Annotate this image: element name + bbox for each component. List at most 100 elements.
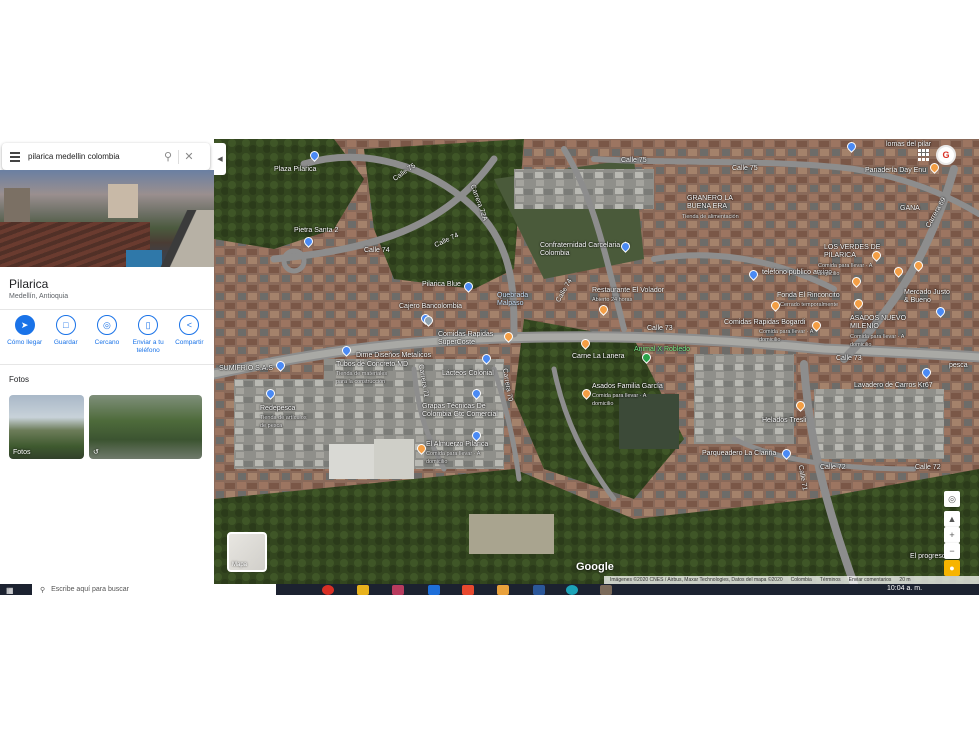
place-pin-icon[interactable]: [308, 149, 321, 162]
map-label[interactable]: Pilarica Blue: [422, 281, 461, 289]
place-pin-icon[interactable]: [302, 235, 315, 248]
food-pin-icon[interactable]: [415, 442, 428, 455]
terms-link[interactable]: Términos: [820, 577, 841, 583]
map-label[interactable]: Panadería Day Enu: [865, 167, 926, 175]
map-label[interactable]: Plaza Pilarica: [274, 166, 316, 174]
map-label[interactable]: Dime Diseños Metalicos: [356, 352, 431, 360]
food-pin-icon[interactable]: [892, 265, 905, 278]
map-label[interactable]: GANA: [900, 205, 920, 213]
food-pin-icon[interactable]: [850, 275, 863, 288]
map-label[interactable]: Lavadero de Carros Kr67: [854, 382, 933, 390]
app-icon[interactable]: [462, 585, 474, 595]
food-pin-icon[interactable]: [769, 299, 782, 312]
compass-icon[interactable]: ▲: [944, 511, 960, 527]
collapse-panel-button[interactable]: ◀: [214, 143, 226, 175]
share-button[interactable]: < Compartir: [169, 315, 209, 365]
menu-icon[interactable]: [2, 143, 28, 170]
food-pin-icon[interactable]: [580, 387, 593, 400]
map-label[interactable]: lomas del pilar: [886, 141, 931, 149]
nearby-button[interactable]: ◎ Cercano: [87, 315, 127, 365]
app-icon[interactable]: [428, 585, 440, 595]
search-icon[interactable]: ⚲: [158, 143, 178, 170]
photo-360-thumbnail[interactable]: ↺: [89, 395, 202, 459]
place-pin-icon[interactable]: [934, 305, 947, 318]
map-label[interactable]: Parqueadero La Clariña: [702, 450, 776, 458]
map-label[interactable]: Mercado Justo & Bueno: [904, 289, 954, 305]
place-pin-icon[interactable]: [264, 387, 277, 400]
place-pin-icon[interactable]: [619, 240, 632, 253]
food-pin-icon[interactable]: [810, 319, 823, 332]
food-pin-icon[interactable]: [597, 303, 610, 316]
map-label[interactable]: El Almuerzo Pilarica: [426, 441, 488, 449]
map-label[interactable]: pesca: [949, 362, 968, 370]
food-pin-icon[interactable]: [928, 161, 941, 174]
map-label[interactable]: Helados Tresli: [762, 417, 806, 425]
map-label[interactable]: ASADOS NUEVO MILENIO: [850, 315, 910, 331]
map-label[interactable]: Redepesca: [260, 405, 295, 413]
taskbar-search[interactable]: ⚲ Escribe aquí para buscar: [32, 584, 276, 595]
pet-pin-icon[interactable]: [640, 351, 653, 364]
feedback-link[interactable]: Enviar comentarios: [849, 577, 892, 583]
food-pin-icon[interactable]: [502, 330, 515, 343]
map-label[interactable]: Pietra Santa 2: [294, 227, 338, 235]
food-pin-icon[interactable]: [870, 249, 883, 262]
map-label[interactable]: GRANERO LA BUENA ERA: [687, 195, 747, 211]
map-label[interactable]: Asados Familia García: [592, 383, 663, 391]
place-pin-icon[interactable]: [340, 344, 353, 357]
zoom-out-button[interactable]: −: [944, 543, 960, 559]
app-icon[interactable]: [566, 585, 578, 595]
place-hero-photo[interactable]: [0, 170, 214, 267]
place-pin-icon[interactable]: [470, 429, 483, 442]
map-label[interactable]: Cajero Bancolombia: [399, 303, 462, 311]
search-input[interactable]: [28, 152, 158, 161]
place-pin-icon[interactable]: [845, 140, 858, 153]
map-label[interactable]: SUMIFRIO S.A.S: [219, 365, 273, 373]
map-label[interactable]: Confraternidad Carcelaria de Colombia: [540, 242, 630, 258]
account-avatar[interactable]: G: [936, 145, 956, 165]
satellite-map[interactable]: ◀ Plaza Pilarica Pietra Santa 2 Calle 75…: [214, 139, 979, 584]
scale-bar[interactable]: 20 m: [899, 577, 910, 583]
atm-pin-icon[interactable]: [422, 314, 435, 327]
food-pin-icon[interactable]: [912, 259, 925, 272]
food-pin-icon[interactable]: [579, 337, 592, 350]
zoom-in-button[interactable]: +: [944, 527, 960, 543]
place-pin-icon[interactable]: [920, 366, 933, 379]
map-label[interactable]: Tubos de Concreto MD: [336, 361, 408, 369]
place-pin-icon[interactable]: [480, 352, 493, 365]
app-icon[interactable]: [392, 585, 404, 595]
my-location-icon[interactable]: ◎: [944, 491, 960, 507]
place-pin-icon[interactable]: [747, 268, 760, 281]
place-pin-icon[interactable]: [462, 280, 475, 293]
place-pin-icon[interactable]: [274, 359, 287, 372]
word-icon[interactable]: [533, 585, 545, 595]
layers-toggle-button[interactable]: Mapa: [227, 532, 267, 572]
map-sublabel: Cerrado temporalmente: [780, 302, 839, 308]
map-label[interactable]: Grapas Técnicas De Colombia Gtc Comercia…: [422, 403, 502, 419]
send-to-phone-button[interactable]: ▯ Enviar a tu teléfono: [128, 315, 168, 365]
photo-thumbnail[interactable]: Fotos: [9, 395, 84, 459]
save-button[interactable]: □ Guardar: [46, 315, 86, 365]
chrome-icon[interactable]: [322, 585, 334, 595]
windows-start-icon[interactable]: ▦: [6, 586, 16, 595]
app-icon[interactable]: [600, 585, 612, 595]
apps-grid-icon[interactable]: [918, 149, 930, 161]
system-clock[interactable]: 10:04 a. m.: [887, 585, 922, 592]
map-label[interactable]: Lácteos Colonial: [442, 370, 494, 378]
search-box: ⚲ ✕: [2, 143, 210, 170]
place-pin-icon[interactable]: [780, 447, 793, 460]
send-to-phone-label: Enviar a tu teléfono: [132, 339, 164, 354]
map-label[interactable]: Carne La Lanera: [572, 353, 625, 361]
close-icon[interactable]: ✕: [179, 143, 199, 170]
directions-button[interactable]: ➤ Cómo llegar: [5, 315, 45, 365]
pegman-icon[interactable]: ●: [944, 560, 960, 576]
food-pin-icon[interactable]: [852, 297, 865, 310]
map-label[interactable]: El progreso: [910, 553, 946, 561]
map-label[interactable]: Restaurante El Volador: [592, 287, 664, 295]
map-label[interactable]: Fonda El Rinconcito: [777, 292, 840, 300]
place-pin-icon[interactable]: [470, 387, 483, 400]
country-link[interactable]: Colombia: [791, 577, 812, 583]
file-explorer-icon[interactable]: [357, 585, 369, 595]
map-label[interactable]: Comidas Rapidas Bogardi: [724, 319, 805, 327]
food-pin-icon[interactable]: [794, 399, 807, 412]
app-icon[interactable]: [497, 585, 509, 595]
